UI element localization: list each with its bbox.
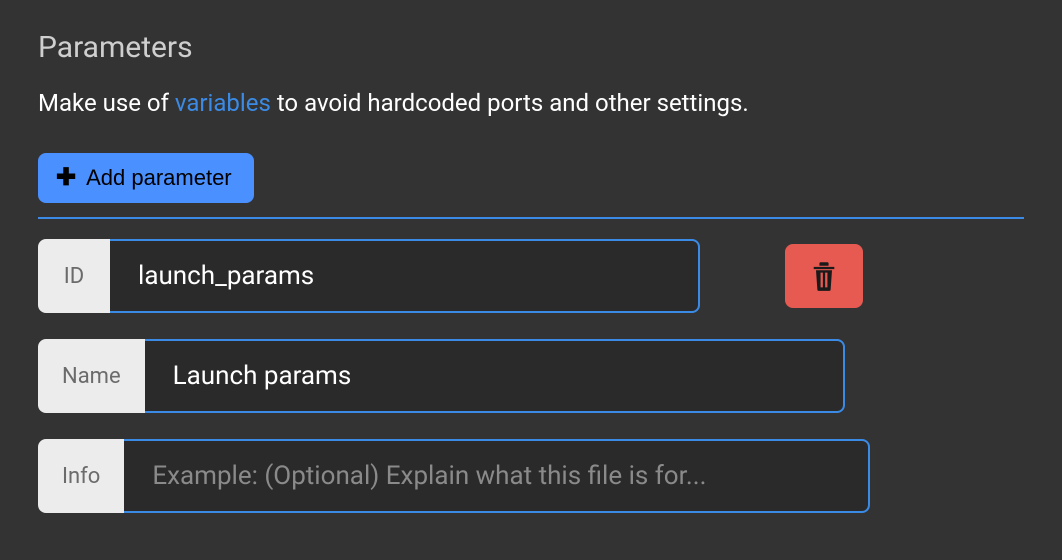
variables-link[interactable]: variables bbox=[175, 89, 271, 117]
name-label: Name bbox=[38, 339, 145, 413]
add-parameter-button[interactable]: ✚ Add parameter bbox=[38, 153, 254, 203]
plus-icon: ✚ bbox=[56, 166, 76, 190]
info-label: Info bbox=[38, 439, 124, 513]
id-input[interactable] bbox=[110, 239, 700, 313]
delete-button[interactable] bbox=[785, 244, 863, 308]
help-text: Make use of variables to avoid hardcoded… bbox=[38, 89, 1024, 117]
help-text-pre: Make use of bbox=[38, 89, 175, 117]
section-title: Parameters bbox=[38, 30, 1024, 65]
name-input[interactable] bbox=[145, 339, 845, 413]
id-row: ID bbox=[38, 239, 1024, 313]
trash-icon bbox=[810, 260, 838, 292]
add-parameter-label: Add parameter bbox=[86, 165, 232, 191]
help-text-post: to avoid hardcoded ports and other setti… bbox=[271, 89, 749, 117]
id-label: ID bbox=[38, 239, 110, 313]
divider bbox=[38, 217, 1024, 219]
name-row: Name bbox=[38, 339, 1024, 413]
info-row: Info bbox=[38, 439, 1024, 513]
info-input[interactable] bbox=[124, 439, 870, 513]
